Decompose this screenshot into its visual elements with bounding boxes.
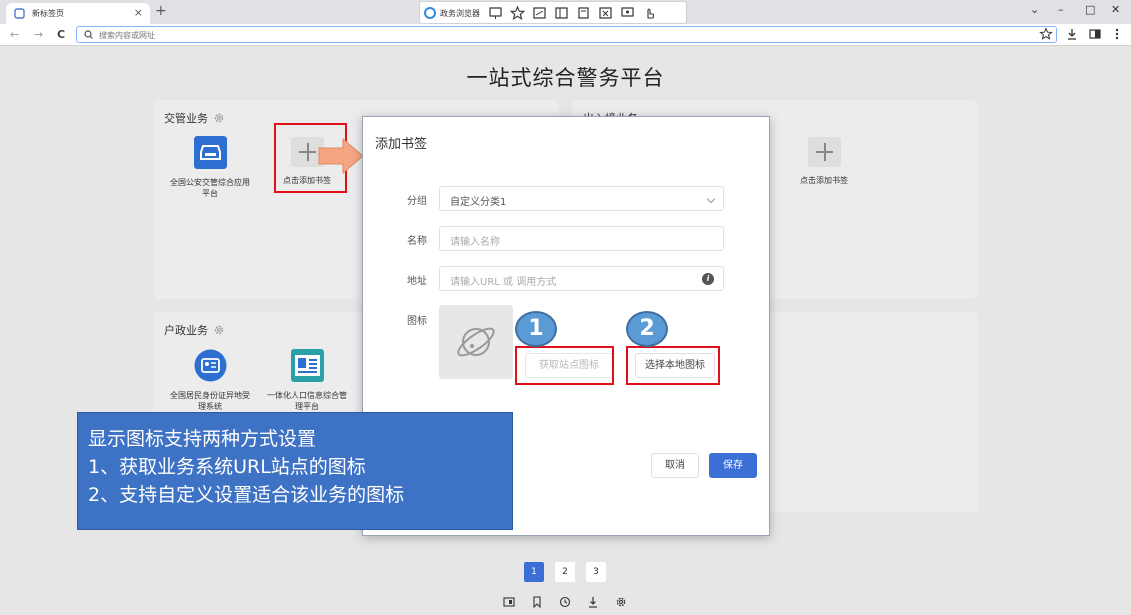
url-input[interactable]: 请输入URL 或 调用方式 i: [439, 266, 724, 291]
download-icon[interactable]: [1065, 27, 1079, 41]
save-button[interactable]: 保存: [709, 453, 757, 478]
address-input[interactable]: 搜索内容或网址: [76, 26, 1057, 43]
page-button-1[interactable]: 1: [524, 562, 544, 582]
app-population-platform[interactable]: 一体化人口信息综合管理平台: [266, 349, 348, 412]
app-traffic-platform[interactable]: 全国公安交管综合应用平台: [169, 136, 251, 199]
settings-icon[interactable]: [615, 596, 627, 608]
highlight-frame-local-icon: [626, 346, 720, 385]
page-button-3[interactable]: 3: [586, 562, 606, 582]
app-label: 全国居民身份证异地受理系统: [170, 391, 250, 411]
gesture-icon[interactable]: [642, 6, 657, 20]
group-label: 分组: [407, 196, 427, 207]
population-icon: [290, 349, 324, 382]
icon-label: 图标: [407, 316, 427, 327]
tab-favicon-icon: [14, 8, 25, 19]
add-bookmark-tile[interactable]: 点击添加书签: [783, 137, 865, 186]
planet-icon: [457, 327, 495, 357]
close-window-button[interactable]: ✕: [1111, 3, 1120, 17]
gov-browser-toolbar: 政务浏览器: [419, 1, 687, 24]
wallpaper-icon[interactable]: [503, 596, 515, 608]
history-icon[interactable]: [559, 596, 571, 608]
app-label: 点击添加书签: [800, 176, 848, 185]
capture-icon[interactable]: [598, 6, 613, 20]
url-input-placeholder: 请输入URL 或 调用方式: [450, 277, 557, 288]
screenshot-icon[interactable]: [532, 6, 547, 20]
police-car-icon: [193, 136, 227, 169]
gov-browser-label: 政务浏览器: [440, 9, 480, 18]
tab-close-icon[interactable]: ×: [134, 6, 143, 19]
callout-line: 1、获取业务系统URL站点的图标: [88, 456, 366, 478]
name-input[interactable]: 请输入名称: [439, 226, 724, 251]
app-label: 一体化人口信息综合管理平台: [267, 391, 347, 411]
url-label: 地址: [407, 276, 427, 287]
tab-title: 新标签页: [32, 9, 64, 18]
screen-icon[interactable]: [620, 6, 635, 20]
name-label: 名称: [407, 236, 427, 247]
gov-browser-logo-icon: [424, 7, 436, 19]
icon-preview: [439, 305, 513, 379]
new-tab-button[interactable]: +: [155, 3, 167, 19]
id-card-icon: [194, 349, 226, 382]
gear-icon[interactable]: [213, 112, 225, 124]
tab-new-tab[interactable]: 新标签页 ×: [6, 3, 150, 24]
highlight-frame-fetch-icon: [515, 346, 614, 385]
bookmark-icon[interactable]: [531, 596, 543, 608]
search-icon: [84, 30, 93, 39]
new-tab-page: 一站式综合警务平台 交管业务 全国公安交管综合应用平台 点击添加书签 出入境业务…: [0, 46, 1131, 615]
bookmark-star-icon[interactable]: [1039, 27, 1053, 41]
chevron-down-icon: [706, 194, 716, 204]
reload-button[interactable]: C: [57, 28, 65, 42]
download-icon[interactable]: [587, 596, 599, 608]
annotation-callout: 显示图标支持两种方式设置 1、获取业务系统URL站点的图标 2、支持自定义设置适…: [77, 412, 513, 530]
back-button[interactable]: ←: [10, 28, 19, 42]
forward-button[interactable]: →: [34, 28, 43, 42]
translate-icon[interactable]: [488, 6, 503, 20]
arrow-icon: [318, 138, 364, 174]
info-icon[interactable]: i: [702, 273, 714, 285]
dialog-title: 添加书签: [375, 137, 428, 152]
sidebar-icon[interactable]: [554, 6, 569, 20]
name-input-placeholder: 请输入名称: [450, 237, 500, 248]
callout-line: 2、支持自定义设置适合该业务的图标: [88, 484, 405, 506]
add-icon: [807, 137, 841, 167]
group-select-value: 自定义分类1: [450, 197, 507, 208]
group-select[interactable]: 自定义分类1: [439, 186, 724, 211]
tab-strip: 新标签页 × + 政务浏览器 ⌄ – □ ✕: [0, 0, 1131, 24]
cancel-button[interactable]: 取消: [651, 453, 699, 478]
page-button-2[interactable]: 2: [555, 562, 575, 582]
address-bar-row: ← → C 搜索内容或网址: [0, 24, 1131, 46]
callout-line: 显示图标支持两种方式设置: [88, 428, 317, 450]
star-icon[interactable]: [510, 6, 525, 20]
step-badge-2: 2: [626, 311, 668, 347]
step-badge-1: 1: [515, 311, 557, 347]
maximize-button[interactable]: □: [1085, 3, 1095, 17]
page-title: 一站式综合警务平台: [466, 66, 665, 90]
address-placeholder: 搜索内容或网址: [99, 31, 155, 40]
app-label: 全国公安交管综合应用平台: [170, 178, 250, 198]
bookmark-icon[interactable]: [576, 6, 591, 20]
gear-icon[interactable]: [213, 324, 225, 336]
panel-header: 交管业务: [164, 112, 208, 125]
panel-header: 户政业务: [164, 324, 208, 337]
more-icon[interactable]: [1110, 27, 1124, 41]
minimize-button[interactable]: –: [1058, 3, 1064, 17]
app-id-card-system[interactable]: 全国居民身份证异地受理系统: [169, 349, 251, 412]
panel-icon[interactable]: [1088, 27, 1102, 41]
tab-search-icon[interactable]: ⌄: [1030, 3, 1039, 17]
